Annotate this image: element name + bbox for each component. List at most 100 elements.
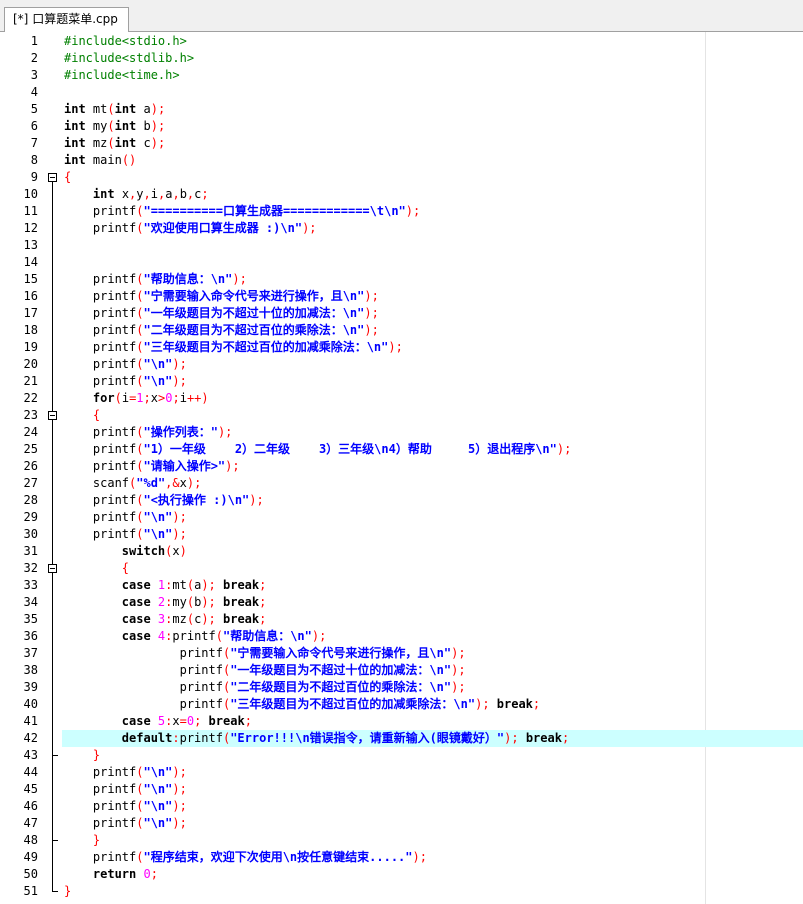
code-line[interactable]: 38 printf("一年级题目为不超过十位的加减法：\n"); [0,662,803,679]
code-line[interactable]: 35 case 3:mz(c); break; [0,611,803,628]
code-text: printf("\n"); [64,527,187,541]
line-number: 34 [23,595,38,609]
code-line[interactable]: 7 int mz(int c); [0,135,803,152]
code-text: default:printf("Error!!!\n错误指令，请重新输入(眼镜戴… [121,731,570,745]
code-line[interactable]: 29 printf("\n"); [0,509,803,526]
code-line[interactable]: 3 #include<time.h> [0,67,803,84]
line-number: 44 [23,765,38,779]
code-line[interactable]: 15 printf("帮助信息：\n"); [0,271,803,288]
code-line[interactable]: 44 printf("\n"); [0,764,803,781]
code-line[interactable]: 50 return 0; [0,866,803,883]
code-line[interactable]: 34 case 2:my(b); break; [0,594,803,611]
code-line[interactable]: 32 { [0,560,803,577]
line-number: 21 [23,374,38,388]
line-number: 18 [23,323,38,337]
code-text: printf("三年级题目为不超过百位的加减乘除法：\n"); break; [64,697,541,711]
code-line[interactable]: 45 printf("\n"); [0,781,803,798]
line-number: 32 [23,561,38,575]
code-line[interactable]: 26 printf("请输入操作>"); [0,458,803,475]
line-number: 23 [23,408,38,422]
code-line[interactable]: 14 [0,254,803,271]
code-line[interactable]: 10 int x,y,i,a,b,c; [0,186,803,203]
line-number: 38 [23,663,38,677]
code-line[interactable]: 49 printf("程序结束，欢迎下次使用\n按任意键结束....."); [0,849,803,866]
code-text: } [92,833,101,847]
code-line[interactable]: 18 printf("二年级题目为不超过百位的乘除法：\n"); [0,322,803,339]
code-line[interactable]: 20 printf("\n"); [0,356,803,373]
code-text: printf("\n"); [64,799,187,813]
code-line[interactable]: 41 case 5:x=0; break; [0,713,803,730]
tab-modified-marker: [*] [13,12,29,26]
code-text: printf("三年级题目为不超过百位的加减乘除法：\n"); [64,340,403,354]
code-line[interactable]: 12 printf("欢迎使用口算生成器 :)\n"); [0,220,803,237]
line-number: 37 [23,646,38,660]
line-number: 28 [23,493,38,507]
code-line[interactable]: 21 printf("\n"); [0,373,803,390]
code-line[interactable]: 22 for(i=1;x>0;i++) [0,390,803,407]
code-line[interactable]: 25 printf("1）一年级 2）二年级 3）三年级\n4）帮助 5）退出程… [0,441,803,458]
code-line[interactable]: 24 printf("操作列表："); [0,424,803,441]
code-text: printf("请输入操作>"); [64,459,240,473]
code-text: case 4:printf("帮助信息：\n"); [121,629,327,643]
code-text: int x,y,i,a,b,c; [92,187,209,201]
line-number: 30 [23,527,38,541]
line-number: 17 [23,306,38,320]
code-line[interactable]: 11 printf("==========口算生成器============\t… [0,203,803,220]
code-text: int mz(int c); [64,136,166,150]
code-line[interactable]: 42 default:printf("Error!!!\n错误指令，请重新输入(… [0,730,803,747]
code-text: printf("宁需要输入命令代号来进行操作，且\n"); [64,289,379,303]
tab-file[interactable]: [*] 口算题菜单.cpp [4,7,129,32]
line-number: 14 [23,255,38,269]
code-text: printf("<执行操作 :)\n"); [64,493,264,507]
code-line[interactable]: 1 #include<stdio.h> [0,33,803,50]
code-line[interactable]: 23 { [0,407,803,424]
code-line[interactable]: 8 int main() [0,152,803,169]
code-line[interactable]: 27 scanf("%d",&x); [0,475,803,492]
code-line[interactable]: 2 #include<stdlib.h> [0,50,803,67]
line-number: 47 [23,816,38,830]
code-text: scanf("%d",&x); [64,476,202,490]
code-line[interactable]: 46 printf("\n"); [0,798,803,815]
code-line[interactable]: 33 case 1:mt(a); break; [0,577,803,594]
code-line[interactable]: 40 printf("三年级题目为不超过百位的加减乘除法：\n"); break… [0,696,803,713]
code-line[interactable]: 43 } [0,747,803,764]
code-text: #include<time.h> [64,68,180,82]
code-line[interactable]: 47 printf("\n"); [0,815,803,832]
code-line[interactable]: 16 printf("宁需要输入命令代号来进行操作，且\n"); [0,288,803,305]
code-editor[interactable]: 1 #include<stdio.h> 2 #include<stdlib.h> 3 #i… [0,32,803,904]
code-line[interactable]: 30 printf("\n"); [0,526,803,543]
code-line[interactable]: 31 switch(x) [0,543,803,560]
code-text: int mt(int a); [64,102,166,116]
line-number: 22 [23,391,38,405]
code-line[interactable]: 36 case 4:printf("帮助信息：\n"); [0,628,803,645]
line-number: 45 [23,782,38,796]
line-number: 1 [30,34,38,48]
code-line[interactable]: 51} [0,883,803,900]
line-number: 16 [23,289,38,303]
code-line[interactable]: 17 printf("一年级题目为不超过十位的加减法：\n"); [0,305,803,322]
code-line[interactable]: 4 [0,84,803,101]
line-number: 41 [23,714,38,728]
code-line[interactable]: 13 [0,237,803,254]
code-text: printf("帮助信息：\n"); [64,272,247,286]
code-line[interactable]: 37 printf("宁需要输入命令代号来进行操作，且\n"); [0,645,803,662]
editor-tab-bar: [*] 口算题菜单.cpp [0,0,803,32]
code-text: { [92,408,101,422]
code-text: #include<stdio.h> [64,34,187,48]
code-line[interactable]: 6 int my(int b); [0,118,803,135]
code-line[interactable]: 19 printf("三年级题目为不超过百位的加减乘除法：\n"); [0,339,803,356]
code-line[interactable]: 9{ [0,169,803,186]
code-line[interactable]: 5 int mt(int a); [0,101,803,118]
line-number: 5 [30,102,38,116]
line-number: 46 [23,799,38,813]
code-text: printf("\n"); [64,816,187,830]
line-number: 15 [23,272,38,286]
code-text: printf("宁需要输入命令代号来进行操作，且\n"); [64,646,466,660]
code-line[interactable]: 39 printf("二年级题目为不超过百位的乘除法：\n"); [0,679,803,696]
line-number: 27 [23,476,38,490]
line-number: 4 [30,85,38,99]
code-text: printf("\n"); [64,357,187,371]
code-line[interactable]: 28 printf("<执行操作 :)\n"); [0,492,803,509]
code-line[interactable]: 48 } [0,832,803,849]
code-text: printf("\n"); [64,765,187,779]
